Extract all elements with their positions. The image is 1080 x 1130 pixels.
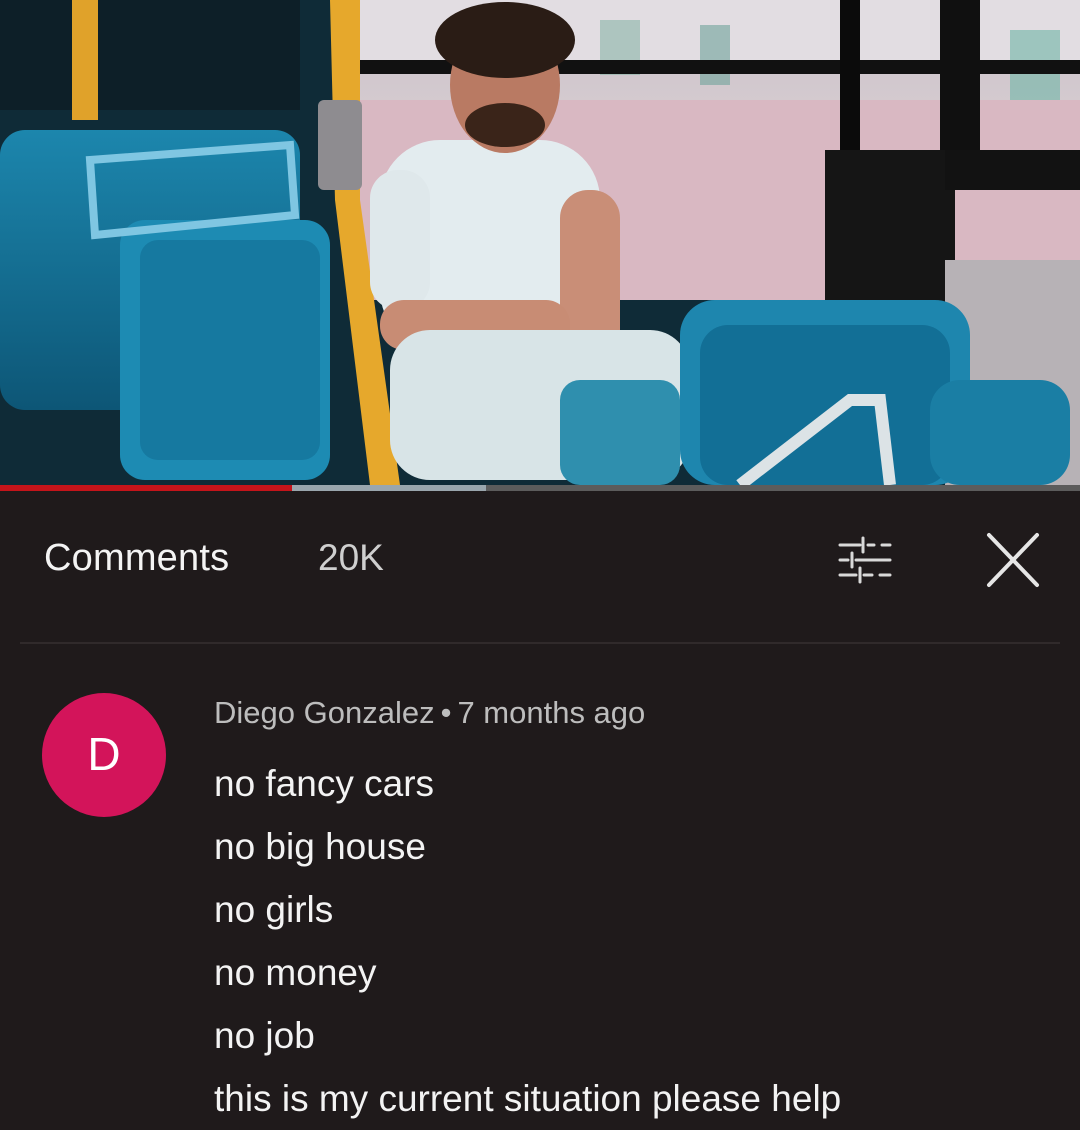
sort-filter-button[interactable] xyxy=(830,529,902,591)
comment-line: no fancy cars xyxy=(214,763,435,804)
avatar-letter: D xyxy=(87,728,121,780)
comment-author[interactable]: Diego Gonzalez xyxy=(214,695,435,730)
meta-separator: • xyxy=(440,695,452,730)
comment-line: this is my current situation please help xyxy=(214,1078,842,1119)
sliders-icon xyxy=(838,536,892,584)
comments-count: 20K xyxy=(318,537,384,578)
comments-header: Comments 20K xyxy=(0,491,1080,641)
comment-line: no girls xyxy=(214,889,334,930)
header-divider xyxy=(20,642,1060,644)
close-comments-button[interactable] xyxy=(975,527,1051,593)
comments-title: Comments xyxy=(44,537,230,579)
comment-line: no job xyxy=(214,1015,315,1056)
avatar[interactable]: D xyxy=(42,693,166,817)
comment-body: no fancy cars no big house no girls no m… xyxy=(214,752,1064,1130)
comment-line: no big house xyxy=(214,826,426,867)
comment-meta: Diego Gonzalez • 7 months ago xyxy=(214,695,645,731)
close-icon xyxy=(987,533,1039,587)
comment-line: no money xyxy=(214,952,377,993)
video-frame xyxy=(0,0,1080,485)
comment-time: 7 months ago xyxy=(457,695,646,730)
video-player[interactable] xyxy=(0,0,1080,485)
